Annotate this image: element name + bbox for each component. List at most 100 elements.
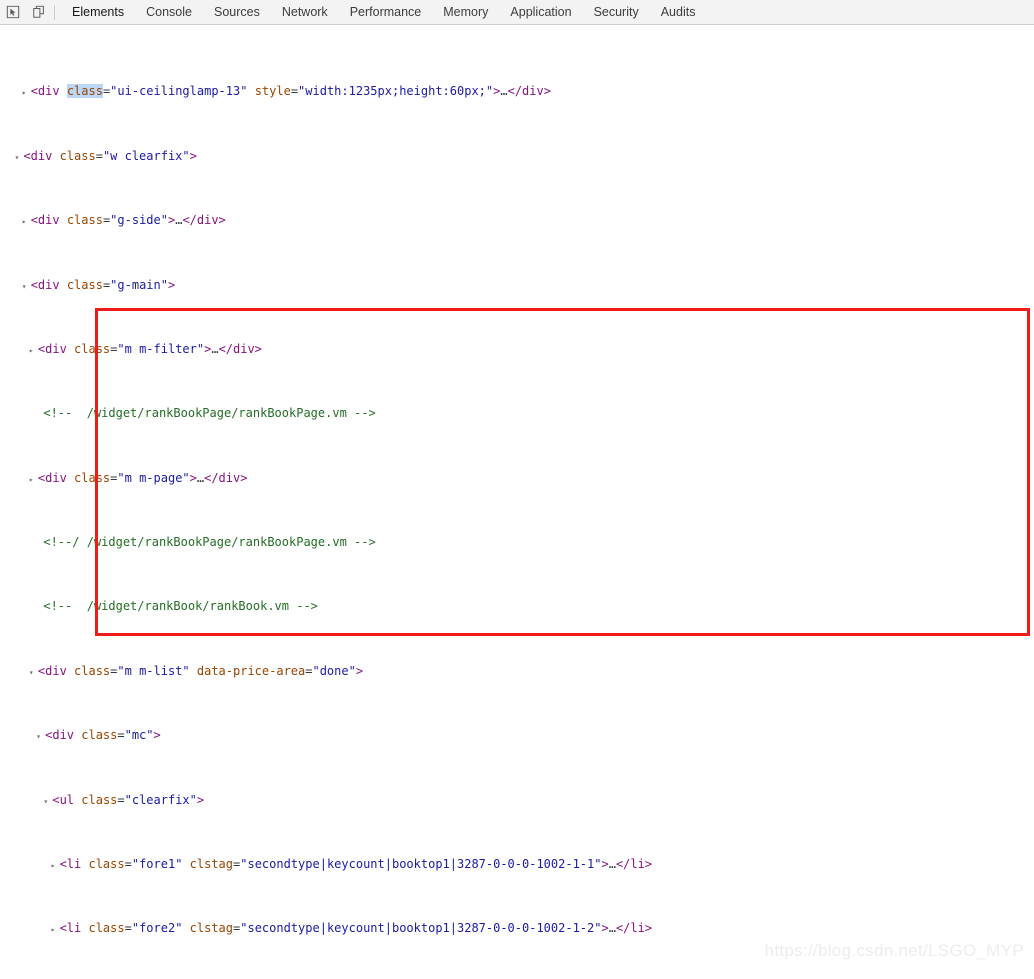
tab-application[interactable]: Application — [499, 0, 582, 24]
tag-close: </div> — [204, 470, 248, 485]
attr-class[interactable]: class — [88, 921, 124, 935]
dom-node-ul-clearfix[interactable]: ▾ <ul class="clearfix"> — [0, 792, 1034, 808]
attr-class[interactable]: class — [60, 149, 96, 163]
attr-class-value[interactable]: "w clearfix" — [103, 149, 190, 163]
attr-class[interactable]: class — [74, 342, 110, 356]
attr-style-value[interactable]: "width:1235px;height:60px;" — [298, 84, 493, 98]
disclosure-triangle-icon[interactable]: ▾ — [43, 794, 52, 810]
eq: = — [290, 84, 299, 99]
tab-performance[interactable]: Performance — [339, 0, 433, 24]
attr-class-value[interactable]: "m m-filter" — [117, 342, 204, 356]
attr-class[interactable]: class — [66, 84, 103, 99]
tab-audits[interactable]: Audits — [650, 0, 707, 24]
dom-node-li-fore1[interactable]: ▸ <li class="fore1" clstag="secondtype|ke… — [0, 856, 1034, 872]
disclosure-triangle-icon[interactable]: ▸ — [22, 214, 31, 230]
devtools-tabs: Elements Console Sources Network Perform… — [61, 0, 706, 24]
tag-open: <div — [45, 728, 82, 743]
tag-open: <li — [59, 856, 89, 871]
device-toolbar-icon[interactable] — [26, 0, 52, 24]
tag-close: </div> — [507, 84, 551, 99]
dom-node-m-list[interactable]: ▾ <div class="m m-list" data-price-area="… — [0, 663, 1034, 679]
tag-open: <div — [30, 277, 67, 292]
disclosure-triangle-icon[interactable]: ▸ — [29, 472, 38, 488]
tag-close: </div> — [218, 341, 262, 356]
attr-clstag-value[interactable]: "secondtype|keycount|booktop1|3287-0-0-0… — [240, 857, 601, 871]
disclosure-triangle-icon[interactable]: ▸ — [51, 922, 60, 938]
attr-clstag[interactable]: clstag — [190, 857, 233, 871]
ellipsis[interactable]: … — [609, 921, 616, 935]
sp — [247, 84, 254, 98]
attr-class-value[interactable]: "ui-ceilinglamp-13" — [110, 84, 247, 98]
tag-close: </li> — [615, 921, 653, 936]
attr-class-value[interactable]: "g-side" — [110, 213, 168, 227]
attr-class[interactable]: class — [74, 664, 110, 678]
inspect-element-icon[interactable] — [0, 0, 26, 24]
attr-class-value[interactable]: "m m-list" — [117, 664, 189, 678]
attr-class[interactable]: class — [88, 857, 124, 871]
gt: > — [189, 470, 197, 485]
tag-close: </li> — [615, 856, 653, 871]
attr-style[interactable]: style — [255, 84, 291, 98]
tag-open: <div — [30, 213, 67, 228]
disclosure-triangle-icon[interactable]: ▾ — [29, 665, 38, 681]
attr-class-value[interactable]: "mc" — [125, 728, 154, 742]
tab-console[interactable]: Console — [135, 0, 203, 24]
attr-class[interactable]: class — [81, 793, 117, 807]
attr-class-value[interactable]: "m m-page" — [117, 471, 189, 485]
attr-class-value[interactable]: "fore1" — [132, 857, 183, 871]
tab-security[interactable]: Security — [583, 0, 650, 24]
attr-class-value[interactable]: "fore2" — [132, 921, 183, 935]
dom-node-w-clearfix[interactable]: ▾ <div class="w clearfix"> — [0, 148, 1034, 164]
comment-text: <!--/ /widget/rankBookPage/rankBookPage.… — [43, 535, 376, 549]
toolbar-divider — [54, 4, 55, 20]
attr-class[interactable]: class — [67, 278, 103, 292]
gt: > — [601, 856, 609, 871]
attr-data-price-area-value[interactable]: "done" — [312, 664, 355, 678]
dom-node-g-main[interactable]: ▾ <div class="g-main"> — [0, 277, 1034, 293]
dom-node-li-fore2[interactable]: ▸ <li class="fore2" clstag="secondtype|ke… — [0, 920, 1034, 936]
gt: > — [196, 792, 205, 807]
tag-open: <div — [23, 148, 60, 163]
tab-network[interactable]: Network — [271, 0, 339, 24]
ellipsis[interactable]: … — [609, 857, 616, 871]
ellipsis[interactable]: … — [211, 342, 218, 356]
tab-elements[interactable]: Elements — [61, 0, 135, 24]
ellipsis[interactable]: … — [500, 84, 507, 98]
attr-class[interactable]: class — [67, 213, 103, 227]
dom-tree[interactable]: ▸ <div class="ui-ceilinglamp-13" style="w… — [0, 25, 1034, 979]
tab-sources[interactable]: Sources — [203, 0, 271, 24]
comment-text: <!-- /widget/rankBookPage/rankBookPage.v… — [43, 406, 376, 421]
gt: > — [153, 728, 161, 743]
disclosure-triangle-icon[interactable]: ▾ — [36, 729, 45, 745]
dom-node-mc[interactable]: ▾ <div class="mc"> — [0, 727, 1034, 743]
device-toolbar-glyph — [33, 5, 44, 18]
disclosure-triangle-icon[interactable]: ▾ — [22, 279, 31, 295]
attr-clstag-value[interactable]: "secondtype|keycount|booktop1|3287-0-0-0… — [240, 921, 601, 935]
attr-class-value[interactable]: "clearfix" — [125, 793, 197, 807]
disclosure-triangle-icon[interactable]: ▸ — [22, 85, 31, 101]
dom-node-m-filter[interactable]: ▸ <div class="m m-filter">…</div> — [0, 341, 1034, 357]
tag-open: <ul — [52, 792, 82, 807]
attr-clstag[interactable]: clstag — [190, 921, 233, 935]
attr-class[interactable]: class — [74, 471, 110, 485]
attr-class-value[interactable]: "g-main" — [110, 278, 168, 292]
disclosure-triangle-icon[interactable]: ▸ — [29, 343, 38, 359]
dom-node-m-page[interactable]: ▸ <div class="m m-page">…</div> — [0, 470, 1034, 486]
gt: > — [601, 921, 609, 936]
attr-data-price-area[interactable]: data-price-area — [197, 664, 305, 678]
disclosure-triangle-icon[interactable]: ▸ — [51, 858, 60, 874]
gt: > — [355, 663, 364, 678]
dom-node-g-side[interactable]: ▸ <div class="g-side">…</div> — [0, 212, 1034, 228]
attr-class[interactable]: class — [81, 728, 117, 742]
tab-memory[interactable]: Memory — [432, 0, 499, 24]
comment-text: <!-- /widget/rankBook/rankBook.vm --> — [43, 599, 318, 614]
dom-node-ceilinglamp[interactable]: ▸ <div class="ui-ceilinglamp-13" style="w… — [0, 83, 1034, 99]
devtools-toolbar: Elements Console Sources Network Perform… — [0, 0, 1034, 25]
